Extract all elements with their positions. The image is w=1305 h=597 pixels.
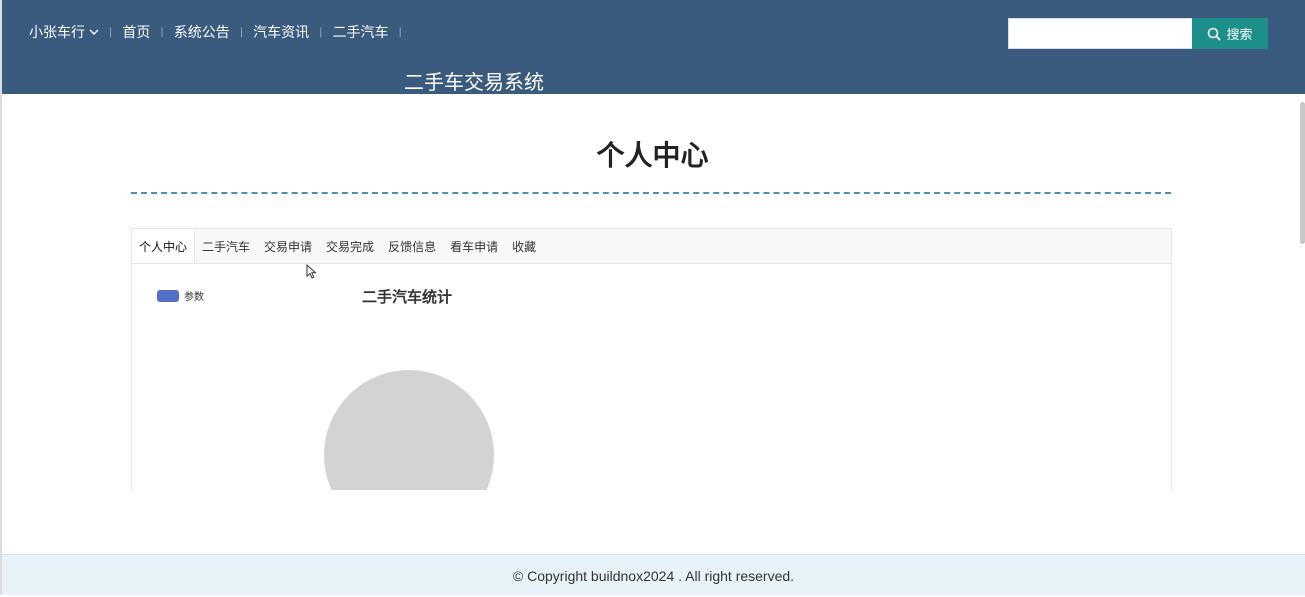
search-icon xyxy=(1208,27,1222,41)
search-button-label: 搜索 xyxy=(1226,28,1253,43)
main-nav: 小张车行 | 首页 | 系统公告 | 汽车资讯 | 二手汽车 | xyxy=(29,22,412,42)
nav-link-announcements[interactable]: 系统公告 xyxy=(174,22,230,42)
tab-trade-requests[interactable]: 交易申请 xyxy=(257,229,319,263)
nav-link-used-cars[interactable]: 二手汽车 xyxy=(333,22,389,42)
tab-trades-completed[interactable]: 交易完成 xyxy=(319,229,381,263)
footer: © Copyright buildnox2024 . All right res… xyxy=(2,554,1305,595)
pie-chart xyxy=(324,370,494,490)
mouse-cursor-icon xyxy=(306,264,317,279)
nav-separator: | xyxy=(239,26,244,38)
nav-link-car-news[interactable]: 汽车资讯 xyxy=(253,22,309,42)
brand-label: 小张车行 xyxy=(29,25,85,41)
footer-copyright: © Copyright buildnox2024 . All right res… xyxy=(512,568,795,584)
nav-separator: | xyxy=(160,26,164,38)
pie-slice-empty xyxy=(324,370,494,490)
site-title: 二手车交易系统 xyxy=(404,70,544,94)
chevron-down-icon xyxy=(89,29,99,35)
chart-area: 参数 二手汽车统计 xyxy=(132,264,1171,490)
page-title: 个人中心 xyxy=(596,139,709,172)
nav-separator: | xyxy=(398,26,402,38)
user-center-panel: 个人中心 二手汽车 交易申请 交易完成 反馈信息 看车申请 收藏 参数 二手汽车… xyxy=(131,228,1172,490)
legend-label: 参数 xyxy=(184,292,204,303)
search-button[interactable]: 搜索 xyxy=(1192,18,1268,49)
nav-link-home[interactable]: 首页 xyxy=(122,22,150,42)
tab-favorites[interactable]: 收藏 xyxy=(505,229,543,263)
chart-title: 二手汽车统计 xyxy=(362,288,453,306)
tab-bar: 个人中心 二手汽车 交易申请 交易完成 反馈信息 看车申请 收藏 xyxy=(132,229,1171,264)
tab-used-cars[interactable]: 二手汽车 xyxy=(195,229,257,263)
tab-viewing-requests[interactable]: 看车申请 xyxy=(443,229,505,263)
chart-legend[interactable]: 参数 xyxy=(157,288,204,303)
top-navigation-bar: 小张车行 | 首页 | 系统公告 | 汽车资讯 | 二手汽车 | 二手车交易系统… xyxy=(2,0,1305,94)
nav-separator: | xyxy=(109,26,113,38)
nav-separator: | xyxy=(319,26,323,38)
search-box: 搜索 xyxy=(1008,18,1268,49)
title-divider xyxy=(131,192,1171,194)
brand-dropdown[interactable]: 小张车行 xyxy=(29,22,99,42)
legend-swatch xyxy=(157,289,179,302)
tab-feedback[interactable]: 反馈信息 xyxy=(381,229,443,263)
tab-user-center[interactable]: 个人中心 xyxy=(132,229,196,263)
search-input[interactable] xyxy=(1008,18,1192,49)
